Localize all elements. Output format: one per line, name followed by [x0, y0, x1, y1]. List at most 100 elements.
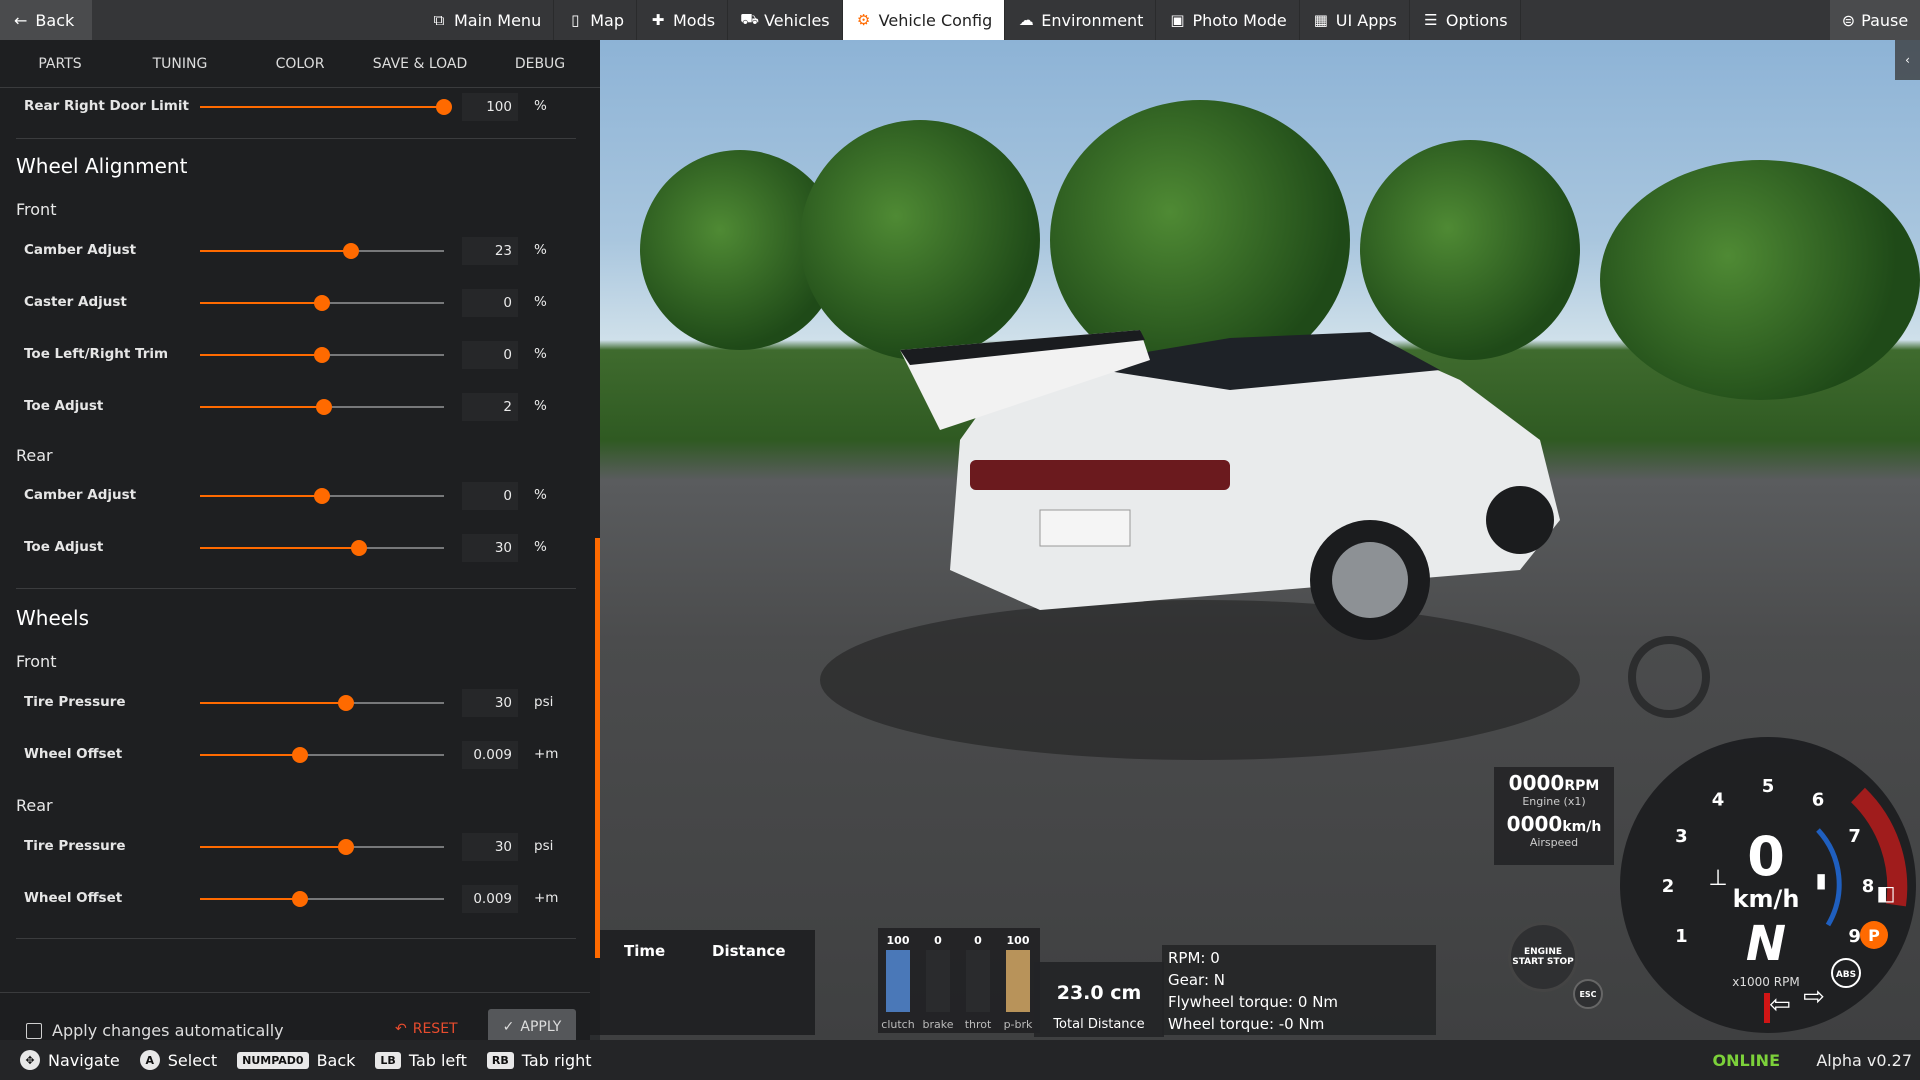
slider-thumb[interactable] — [338, 839, 355, 855]
engine-start-stop-button[interactable]: ENGINE START STOP — [1508, 922, 1578, 992]
gauge-tick-label: 2 — [1662, 876, 1675, 897]
menu-vehicles[interactable]: ⛟ Vehicles — [728, 0, 843, 40]
apply-auto-checkbox[interactable] — [26, 1023, 42, 1039]
setting-slider[interactable] — [200, 347, 444, 363]
slider-thumb[interactable] — [338, 695, 355, 711]
rpm-unit: RPM — [1564, 778, 1600, 794]
car-icon: ⛟ — [740, 10, 759, 28]
slider-thumb[interactable] — [314, 488, 330, 504]
collapse-arrow-icon[interactable]: ‹ — [1895, 40, 1920, 80]
setting-label: Toe Adjust — [24, 398, 104, 414]
reset-label: RESET — [412, 1021, 458, 1037]
setting-label: Caster Adjust — [24, 294, 127, 310]
apply-auto-label: Apply changes automatically — [52, 1021, 284, 1040]
setting-unit: % — [534, 398, 547, 414]
fuel-icon: ▮ — [1815, 868, 1826, 892]
setting-value-input[interactable]: 0.009 — [462, 741, 518, 769]
setting-slider[interactable] — [200, 695, 444, 711]
dpad-icon: ✥ — [20, 1050, 40, 1070]
menu-photo-mode[interactable]: ▣ Photo Mode — [1156, 0, 1300, 40]
speed-unit: km/h — [1562, 819, 1602, 835]
tuning-row: Wheel Offset 0.009 +m — [0, 884, 590, 914]
back-button[interactable]: ← Back — [0, 0, 92, 40]
setting-value-input[interactable]: 0 — [462, 341, 518, 369]
speed-sub: Airspeed — [1529, 836, 1579, 849]
slider-thumb[interactable] — [292, 891, 309, 907]
menu-vehicle-config[interactable]: ⚙ Vehicle Config — [842, 0, 1006, 40]
menu-options[interactable]: ☰ Options — [1410, 0, 1521, 40]
setting-value-input[interactable]: 100 — [462, 93, 518, 121]
setting-value-input[interactable]: 0 — [462, 482, 518, 510]
esc-button[interactable]: ESC — [1573, 979, 1603, 1009]
engine-line: Gear: N — [1168, 971, 1225, 989]
tab-parts[interactable]: PARTS — [0, 56, 120, 72]
tab-debug[interactable]: DEBUG — [480, 56, 600, 72]
pedal-p-brk: 100 p-brk — [1003, 934, 1033, 1031]
main-menu-icon: ⧉ — [433, 11, 445, 29]
pedal-bar — [966, 950, 990, 1012]
slider-thumb[interactable] — [292, 747, 309, 763]
setting-value-input[interactable]: 23 — [462, 237, 518, 265]
setting-slider[interactable] — [200, 747, 444, 763]
pedal-throt: 0 throt — [963, 934, 993, 1031]
slider-thumb[interactable] — [314, 347, 330, 363]
pedal-label: clutch — [881, 1018, 915, 1031]
menu-environment[interactable]: ☁ Environment — [1005, 0, 1157, 40]
hint-select: A Select — [139, 1050, 217, 1070]
rear-subheading: Rear — [16, 446, 53, 465]
setting-slider[interactable] — [200, 99, 452, 115]
speedometer-gauge: 0 km/h N x1000 RPM 1 2 3 4 5 6 7 8 9 P ABS ⊥ ▮ ◧… — [1620, 737, 1916, 1033]
front-subheading: Front — [16, 200, 57, 219]
pedal-label: brake — [922, 1018, 954, 1031]
tab-color[interactable]: COLOR — [240, 56, 360, 72]
setting-slider[interactable] — [200, 891, 444, 907]
gauge-tick-label: 5 — [1762, 776, 1775, 797]
setting-slider[interactable] — [200, 399, 444, 415]
slider-thumb[interactable] — [314, 295, 330, 311]
pedal-bar — [886, 950, 910, 1012]
tab-tuning[interactable]: TUNING — [120, 56, 240, 72]
setting-slider[interactable] — [200, 243, 444, 259]
setting-value-input[interactable]: 0 — [462, 289, 518, 317]
hint-label: Navigate — [48, 1050, 120, 1070]
hint-navigate: ✥ Navigate — [20, 1050, 120, 1070]
front-subheading: Front — [16, 652, 57, 671]
tuning-row: Toe Adjust 2% — [0, 392, 590, 422]
setting-value-input[interactable]: 30 — [462, 689, 518, 717]
tuning-row: Camber Adjust 23% — [0, 236, 590, 266]
menu-map[interactable]: ▯ Map — [554, 0, 637, 40]
gauge-tick-label: 9 — [1848, 926, 1861, 947]
setting-value-input[interactable]: 30 — [462, 833, 518, 861]
time-header: Time — [624, 942, 666, 960]
menu-main-menu[interactable]: ⧉ Main Menu — [418, 0, 555, 40]
pedal-clutch: 100 clutch — [881, 934, 914, 1031]
setting-value-input[interactable]: 2 — [462, 393, 518, 421]
slider-thumb[interactable] — [436, 99, 452, 115]
slider-thumb[interactable] — [350, 540, 367, 556]
setting-value-input[interactable]: 30 — [462, 534, 518, 562]
slider-fill — [200, 302, 322, 304]
menu-mods[interactable]: ✚ Mods — [637, 0, 729, 40]
back-label: Back — [35, 10, 75, 30]
setting-slider[interactable] — [200, 839, 444, 855]
pedal-value: 0 — [934, 934, 942, 947]
setting-unit: +m — [534, 890, 559, 906]
scrollbar[interactable] — [595, 538, 600, 958]
menu-ui-apps[interactable]: ▦ UI Apps — [1300, 0, 1410, 40]
slider-thumb[interactable] — [343, 243, 360, 259]
slider-fill — [200, 702, 347, 704]
pedal-label: p-brk — [1003, 1018, 1033, 1031]
a-button-icon: A — [139, 1050, 160, 1070]
controller-hint-bar: ✥ Navigate A Select NUMPAD0 Back LB Tab left… — [0, 1040, 1920, 1080]
setting-value-input[interactable]: 0.009 — [462, 885, 518, 913]
setting-slider[interactable] — [200, 295, 444, 311]
slider-thumb[interactable] — [316, 399, 333, 415]
setting-slider[interactable] — [200, 488, 444, 504]
setting-slider[interactable] — [200, 540, 444, 556]
pedal-bar — [1006, 950, 1030, 1012]
tab-save-load[interactable]: SAVE & LOAD — [360, 56, 480, 72]
slider-fill — [200, 846, 347, 848]
pause-button[interactable]: ⊜ Pause — [1830, 0, 1920, 40]
gauge-tick-label: 4 — [1712, 789, 1725, 810]
reset-button[interactable]: ↶ RESET — [395, 1021, 458, 1037]
